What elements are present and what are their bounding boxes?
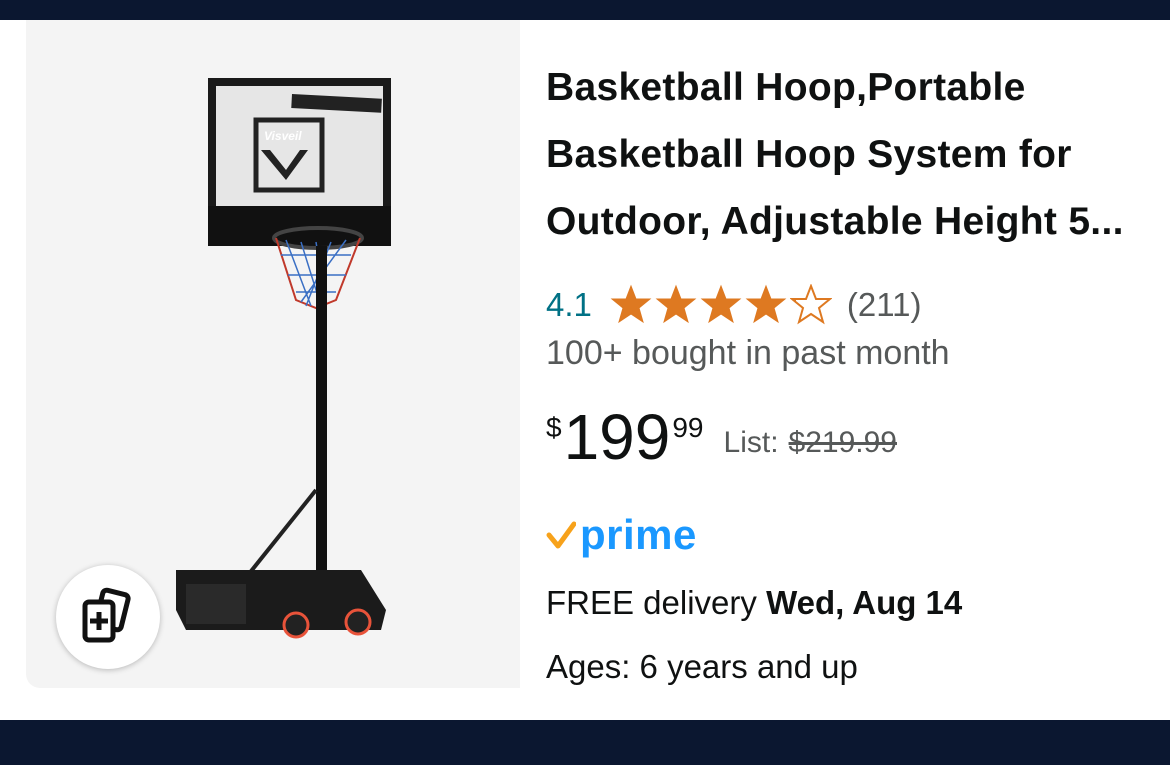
- delivery-date: Wed, Aug 14: [766, 584, 963, 621]
- prime-check-icon: [546, 521, 576, 549]
- product-title-line-1[interactable]: Basketball Hoop,Portable: [546, 54, 1170, 121]
- hoop-base-detail: [186, 584, 246, 624]
- bottom-bar: [0, 720, 1170, 765]
- basketball-hoop-product-image[interactable]: Visveil: [146, 70, 396, 650]
- star-icon: [655, 284, 697, 324]
- product-title-line-3[interactable]: Outdoor, Adjustable Height 5...: [546, 188, 1170, 255]
- price-fraction: 99: [672, 412, 704, 443]
- price-row: $ 199 99 List: $219.99: [546, 402, 897, 472]
- star-rating[interactable]: [610, 284, 835, 326]
- list-price: $219.99: [788, 426, 897, 459]
- review-count[interactable]: (211): [847, 286, 922, 324]
- product-title-line-2[interactable]: Basketball Hoop System for: [546, 121, 1170, 188]
- price-whole: 199: [563, 401, 671, 473]
- hoop-wheel-right: [344, 608, 372, 636]
- hoop-pole: [316, 246, 327, 606]
- bought-in-past-month: 100+ bought in past month: [546, 334, 950, 372]
- star-icon: [610, 284, 652, 324]
- add-to-compare-cards-icon: [82, 587, 131, 643]
- prime-badge: prime: [546, 510, 697, 560]
- age-range: Ages: 6 years and up: [546, 648, 858, 685]
- star-icon: [789, 284, 832, 325]
- delivery-prefix: FREE delivery: [546, 584, 767, 621]
- rating-value[interactable]: 4.1: [546, 286, 592, 324]
- star-icon: [745, 284, 787, 324]
- backboard-brand-text: Visveil: [264, 129, 302, 143]
- hoop-wheel-left: [282, 611, 310, 639]
- product-title[interactable]: Basketball Hoop,Portable Basketball Hoop…: [546, 54, 1170, 255]
- star-icon: [700, 284, 742, 324]
- rating-row[interactable]: 4.1 (211): [546, 280, 921, 330]
- prime-label: prime: [580, 511, 697, 558]
- price-symbol: $: [546, 412, 562, 443]
- product-card[interactable]: Visveil Basketball Hoop,Portable Basketb…: [0, 20, 1170, 720]
- backboard-lower-frame: [208, 206, 391, 246]
- compare-button[interactable]: [56, 565, 160, 669]
- product-image-panel[interactable]: Visveil: [26, 20, 520, 688]
- product-details: Basketball Hoop,Portable Basketball Hoop…: [546, 54, 1170, 685]
- list-price-label: List:: [723, 426, 779, 459]
- delivery-info: FREE delivery Wed, Aug 14: [546, 584, 962, 622]
- top-bar: [0, 0, 1170, 20]
